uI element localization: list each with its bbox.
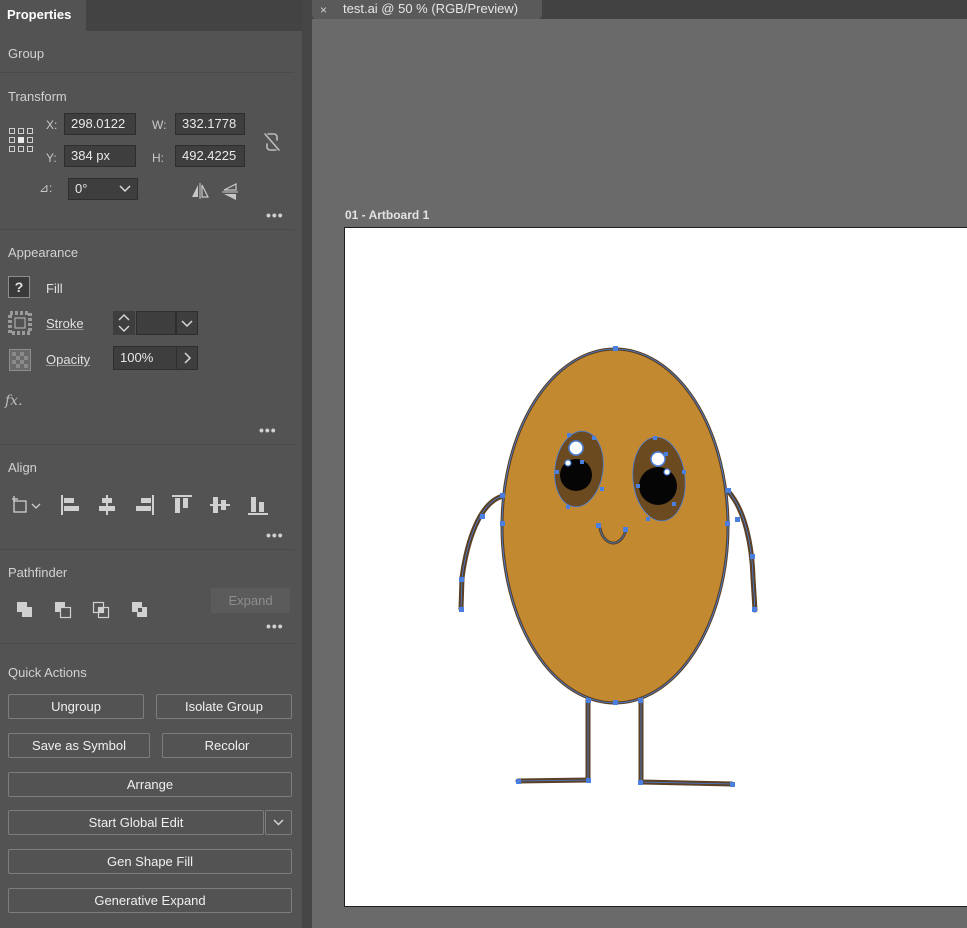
quick-actions-title: Quick Actions	[8, 665, 87, 680]
fill-label: Fill	[46, 281, 63, 296]
isolate-group-button[interactable]: Isolate Group	[156, 694, 292, 719]
opacity-checker-icon[interactable]	[9, 349, 31, 371]
chevron-down-icon[interactable]	[118, 183, 132, 195]
reference-point-icon[interactable]	[9, 128, 33, 152]
divider	[0, 72, 294, 73]
width-input[interactable]: 332.1778	[175, 113, 245, 135]
align-more-options[interactable]: •••	[266, 527, 284, 543]
left-eye-highlight-small	[564, 459, 572, 467]
left-eye-highlight	[568, 440, 584, 456]
flip-vertical-icon[interactable]	[221, 182, 239, 202]
right-pupil	[639, 467, 677, 505]
tab-properties[interactable]: Properties	[0, 0, 86, 31]
chevron-down-icon	[273, 819, 284, 826]
right-leg	[638, 697, 735, 787]
constrain-proportions-icon[interactable]	[262, 131, 282, 153]
height-input[interactable]: 492.4225	[175, 145, 245, 167]
panel-gutter	[302, 0, 312, 928]
pathfinder-unite-icon[interactable]	[15, 600, 35, 620]
right-eye-highlight-small	[663, 468, 671, 476]
stroke-weight-stepper[interactable]	[113, 311, 135, 335]
pathfinder-minus-front-icon[interactable]	[53, 600, 73, 620]
divider	[0, 549, 294, 550]
align-horizontal-center-icon[interactable]	[97, 494, 117, 516]
align-right-icon[interactable]	[135, 494, 155, 516]
pathfinder-title: Pathfinder	[8, 565, 68, 580]
x-label: X:	[46, 118, 58, 132]
opacity-input[interactable]: 100%	[113, 346, 177, 370]
close-icon[interactable]: ×	[320, 0, 327, 22]
x-input[interactable]: 298.0122	[64, 113, 136, 135]
opacity-label[interactable]: Opacity	[46, 352, 90, 367]
align-title: Align	[8, 460, 37, 475]
pathfinder-intersect-icon[interactable]	[91, 600, 111, 620]
stroke-label[interactable]: Stroke	[46, 316, 84, 331]
opacity-expand-button[interactable]	[176, 346, 198, 370]
chevron-right-icon	[184, 352, 192, 364]
align-to-selection-icon[interactable]	[10, 494, 44, 516]
divider	[0, 229, 294, 230]
fx-effects-button[interactable]: fx.	[5, 393, 23, 409]
pathfinder-more-options[interactable]: •••	[266, 618, 284, 634]
stroke-weight-dropdown[interactable]	[176, 311, 198, 335]
recolor-button[interactable]: Recolor	[162, 733, 292, 758]
w-label: W:	[152, 118, 167, 132]
h-label: H:	[152, 151, 164, 165]
right-eye-highlight	[650, 451, 666, 467]
transform-title: Transform	[8, 89, 67, 104]
properties-panel: Properties Group Transform X: 298.0122 W…	[0, 0, 302, 928]
rotate-label: ⊿:	[39, 181, 53, 195]
transform-more-options[interactable]: •••	[266, 207, 284, 223]
character-artwork[interactable]	[345, 228, 967, 906]
align-left-icon[interactable]	[60, 494, 80, 516]
align-bottom-icon[interactable]	[247, 494, 269, 516]
artboard[interactable]	[344, 227, 967, 907]
artboard-label[interactable]: 01 - Artboard 1	[345, 208, 429, 222]
generative-expand-button[interactable]: Generative Expand	[8, 888, 292, 913]
align-top-icon[interactable]	[171, 494, 193, 514]
align-vertical-center-icon[interactable]	[209, 494, 231, 516]
chevron-down-icon	[181, 320, 193, 328]
appearance-title: Appearance	[8, 245, 79, 260]
appearance-more-options[interactable]: •••	[259, 422, 277, 438]
body-ellipse	[500, 347, 730, 705]
fill-swatch[interactable]: ?	[8, 276, 30, 298]
expand-button[interactable]: Expand	[211, 588, 290, 613]
document-tab[interactable]: × test.ai @ 50 % (RGB/Preview)	[312, 0, 542, 19]
stroke-swatch-icon[interactable]	[8, 311, 32, 335]
divider	[0, 444, 294, 445]
ungroup-button[interactable]: Ungroup	[8, 694, 144, 719]
right-leg-outline	[640, 700, 733, 785]
divider	[0, 643, 294, 644]
save-as-symbol-button[interactable]: Save as Symbol	[8, 733, 150, 758]
start-global-edit-button[interactable]: Start Global Edit	[8, 810, 264, 835]
selection-type-label: Group	[8, 46, 45, 61]
global-edit-options-button[interactable]	[265, 810, 292, 835]
left-leg-outline	[517, 700, 589, 782]
pathfinder-exclude-icon[interactable]	[130, 600, 150, 620]
flip-horizontal-icon[interactable]	[190, 182, 210, 200]
y-input[interactable]: 384 px	[64, 145, 136, 167]
arrange-button[interactable]: Arrange	[8, 772, 292, 797]
document-tab-title: test.ai @ 50 % (RGB/Preview)	[343, 1, 519, 16]
y-label: Y:	[46, 151, 57, 165]
stroke-weight-input[interactable]	[136, 311, 176, 335]
left-leg	[515, 697, 591, 784]
gen-shape-fill-button[interactable]: Gen Shape Fill	[8, 849, 292, 874]
